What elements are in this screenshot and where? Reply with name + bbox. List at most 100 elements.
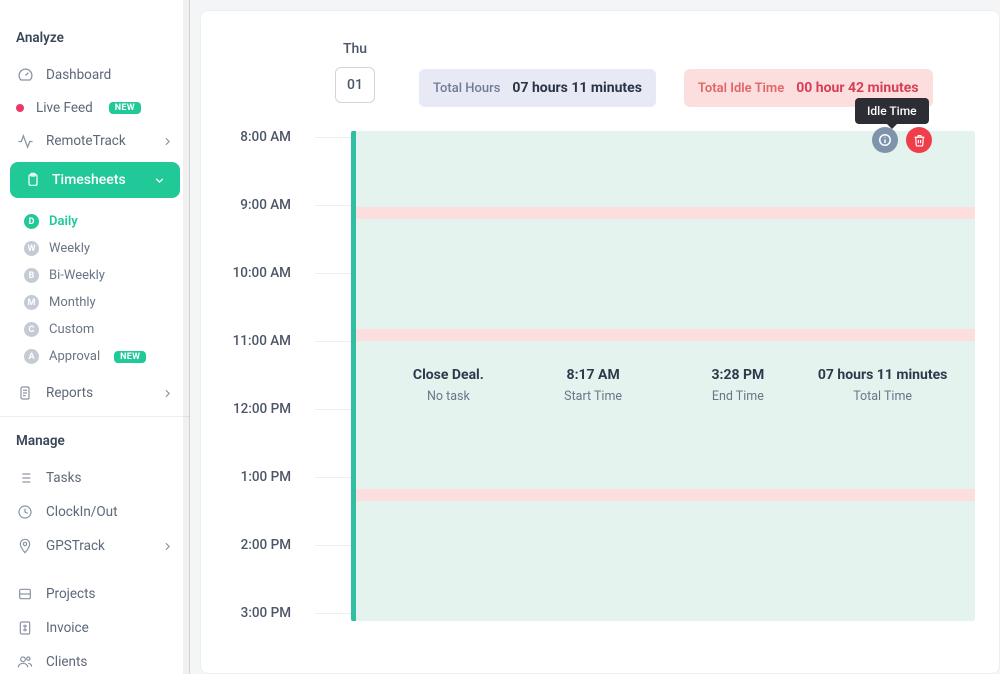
info-button[interactable] xyxy=(872,127,898,153)
sidebar-subitem-custom[interactable]: C Custom xyxy=(0,316,190,343)
time-entry-sublabel: Total Time xyxy=(810,389,955,404)
time-entry-column: Close Deal. No task xyxy=(376,367,521,404)
time-entry-sublabel: Start Time xyxy=(521,389,666,404)
time-entry-block[interactable]: Idle Time Close Deal.No xyxy=(351,131,975,621)
total-idle-label: Total Idle Time xyxy=(698,81,784,96)
sidebar-item-remotetrack[interactable]: RemoteTrack xyxy=(0,124,190,158)
sidebar-subitem-label: Custom xyxy=(49,322,94,337)
entry-action-buttons xyxy=(872,127,932,153)
sidebar-subitem-label: Approval xyxy=(49,349,100,364)
hour-label: 9:00 AM xyxy=(225,197,315,213)
sidebar-section-title: Analyze xyxy=(0,24,190,58)
info-icon xyxy=(878,133,892,147)
sidebar-subitem-monthly[interactable]: M Monthly xyxy=(0,289,190,316)
sidebar-divider xyxy=(0,416,190,417)
sidebar-item-label: ClockIn/Out xyxy=(46,504,118,520)
sidebar-item-invoice[interactable]: Invoice xyxy=(0,611,190,645)
sidebar-item-gps[interactable]: GPSTrack xyxy=(0,529,190,563)
sidebar-item-label: Live Feed xyxy=(36,100,93,116)
day-label: Thu xyxy=(343,41,367,57)
sidebar-item-reports[interactable]: Reports xyxy=(0,376,190,410)
hour-label: 1:00 PM xyxy=(225,469,315,485)
time-entry-sublabel: End Time xyxy=(666,389,811,404)
hour-label: 11:00 AM xyxy=(225,333,315,349)
trash-icon xyxy=(913,134,926,147)
sidebar-item-timesheets[interactable]: Timesheets xyxy=(10,162,180,198)
gauge-icon xyxy=(16,66,34,84)
chevron-down-icon xyxy=(153,174,166,187)
time-entry-sublabel: No task xyxy=(376,389,521,404)
date-selector[interactable]: 01 xyxy=(335,67,375,103)
new-badge: NEW xyxy=(109,102,141,114)
sidebar-item-clock[interactable]: ClockIn/Out xyxy=(0,495,190,529)
idle-band xyxy=(356,489,975,501)
doc-icon xyxy=(16,384,34,402)
idle-time-tooltip: Idle Time xyxy=(855,98,929,124)
total-hours-value: 07 hours 11 minutes xyxy=(512,80,641,96)
total-idle-value: 00 hour 42 minutes xyxy=(796,80,918,96)
clock-icon xyxy=(16,503,34,521)
sidebar-item-label: Dashboard xyxy=(46,67,111,83)
sidebar-subitem-label: Bi-Weekly xyxy=(49,268,105,283)
hour-label: 10:00 AM xyxy=(225,265,315,281)
hour-label: 3:00 PM xyxy=(225,605,315,621)
sidebar-item-label: Reports xyxy=(46,385,93,401)
sidebar-item-label: Clients xyxy=(46,654,87,670)
sidebar-item-label: Tasks xyxy=(46,470,81,486)
pin-icon xyxy=(16,537,34,555)
clipboard-icon xyxy=(24,171,42,189)
sidebar-item-label: Invoice xyxy=(46,620,89,636)
sidebar-subitem-label: Daily xyxy=(49,214,78,229)
sidebar-item-projects[interactable]: Projects xyxy=(0,577,190,611)
new-badge: NEW xyxy=(114,351,146,363)
time-entry-value: 8:17 AM xyxy=(521,367,666,383)
time-entry-value: 3:28 PM xyxy=(666,367,811,383)
time-entry-column: 07 hours 11 minutes Total Time xyxy=(810,367,955,404)
content-card: Thu 01 Total Hours 07 hours 11 minutes T… xyxy=(200,10,1000,674)
sidebar-subitem-approval[interactable]: A Approval NEW xyxy=(0,343,190,370)
people-icon xyxy=(16,653,34,671)
chevron-right-icon xyxy=(161,540,174,553)
idle-band xyxy=(356,207,975,219)
total-hours-kpi: Total Hours 07 hours 11 minutes xyxy=(419,69,656,107)
sidebar-item-dashboard[interactable]: Dashboard xyxy=(0,58,190,92)
time-entry-column: 3:28 PM End Time xyxy=(666,367,811,404)
hour-label: 2:00 PM xyxy=(225,537,315,553)
sidebar-item-label: Projects xyxy=(46,586,96,602)
sidebar-subitem-daily[interactable]: D Daily xyxy=(0,208,190,235)
total-hours-label: Total Hours xyxy=(433,81,500,96)
sidebar-item-label: RemoteTrack xyxy=(46,133,126,149)
activity-icon xyxy=(16,132,34,150)
time-entry-column: 8:17 AM Start Time xyxy=(521,367,666,404)
main: Thu 01 Total Hours 07 hours 11 minutes T… xyxy=(190,0,1000,674)
sidebar-item-label: GPSTrack xyxy=(46,538,105,554)
subitem-letter-icon: D xyxy=(24,214,39,229)
subitem-letter-icon: M xyxy=(24,295,39,310)
subitem-letter-icon: A xyxy=(24,349,39,364)
time-entry-value: 07 hours 11 minutes xyxy=(810,367,955,383)
list-icon xyxy=(16,469,34,487)
delete-button[interactable] xyxy=(906,127,932,153)
sidebar-item-tasks[interactable]: Tasks xyxy=(0,461,190,495)
idle-band xyxy=(356,329,975,341)
chevron-right-icon xyxy=(161,387,174,400)
folder-icon xyxy=(16,585,34,603)
time-entry-value: Close Deal. xyxy=(376,367,521,383)
sidebar-spacer xyxy=(0,563,190,577)
sidebar-subitem-label: Weekly xyxy=(49,241,90,256)
sidebar: Analyze Dashboard Live Feed NEW RemoteTrack T… xyxy=(0,0,190,674)
time-entry-details: Close Deal. No task8:17 AM Start Time3:28 … xyxy=(356,367,975,404)
invoice-icon xyxy=(16,619,34,637)
sidebar-subitem-label: Monthly xyxy=(49,295,96,310)
live-dot-icon xyxy=(16,104,24,112)
chevron-right-icon xyxy=(161,135,174,148)
hour-label: 8:00 AM xyxy=(225,129,315,145)
subitem-letter-icon: C xyxy=(24,322,39,337)
hour-label: 12:00 PM xyxy=(225,401,315,417)
subitem-letter-icon: B xyxy=(24,268,39,283)
timesheet-schedule: 3:00 PM 2:00 PM 1:00 PM 12:00 PM 11:00 AM 10:… xyxy=(225,129,975,649)
sidebar-item-label: Timesheets xyxy=(52,172,126,188)
sidebar-subitem-biweekly[interactable]: B Bi-Weekly xyxy=(0,262,190,289)
sidebar-item-livefeed[interactable]: Live Feed NEW xyxy=(0,92,190,124)
sidebar-subitem-weekly[interactable]: WWeekly xyxy=(0,235,190,262)
